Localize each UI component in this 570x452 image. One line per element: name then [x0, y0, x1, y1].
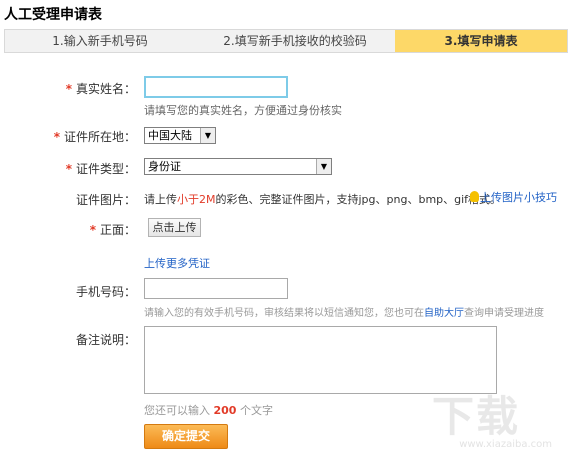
step-3-active: 3.填写申请表: [395, 30, 567, 52]
front-label: * 正面：: [89, 223, 136, 237]
chevron-down-icon: ▼: [316, 159, 331, 174]
step-progress-bar: 1.输入新手机号码 2.填写新手机接收的校验码 3.填写申请表: [4, 29, 568, 53]
real-name-input[interactable]: [144, 76, 288, 98]
self-service-link[interactable]: 自助大厅: [424, 308, 464, 319]
id-type-select[interactable]: 身份证 ▼: [144, 158, 332, 175]
submit-button[interactable]: 确定提交: [144, 424, 228, 449]
phone-label: 手机号码：: [75, 285, 136, 299]
step-1: 1.输入新手机号码: [52, 34, 148, 48]
upload-more-proof-link[interactable]: 上传更多凭证: [144, 255, 210, 271]
remark-counter: 您还可以输入 200 个文字: [144, 404, 273, 417]
id-photo-label: 证件图片：: [75, 193, 136, 207]
id-photo-hint: 请上传小于2M的彩色、完整证件图片，支持jpg、png、bmp、gif格式。: [144, 193, 502, 206]
upload-button[interactable]: 点击上传: [148, 218, 201, 237]
required-mark: *: [65, 82, 72, 96]
region-select[interactable]: 中国大陆 ▼: [144, 127, 216, 144]
phone-input[interactable]: [144, 278, 288, 299]
lightbulb-icon: [470, 191, 479, 202]
id-type-label: * 证件类型：: [65, 162, 136, 176]
step-2: 2.填写新手机接收的校验码: [223, 34, 367, 48]
page-title: 人工受理申请表: [4, 7, 102, 23]
phone-hint: 请输入您的有效手机号码，审核结果将以短信通知您，您也可在自助大厅查询申请受理进度: [144, 308, 544, 319]
chevron-down-icon: ▼: [200, 128, 215, 143]
remark-label: 备注说明：: [75, 333, 136, 347]
real-name-label: * 真实姓名：: [65, 82, 136, 96]
region-label: * 证件所在地：: [53, 130, 136, 144]
upload-tips-link[interactable]: 上传图片小技巧: [470, 189, 557, 205]
watermark-url: www.xiazaiba.com: [459, 439, 552, 450]
real-name-hint: 请填写您的真实姓名，方便通过身份核实: [144, 104, 342, 117]
watermark-logo: 下载吧: [432, 392, 521, 441]
